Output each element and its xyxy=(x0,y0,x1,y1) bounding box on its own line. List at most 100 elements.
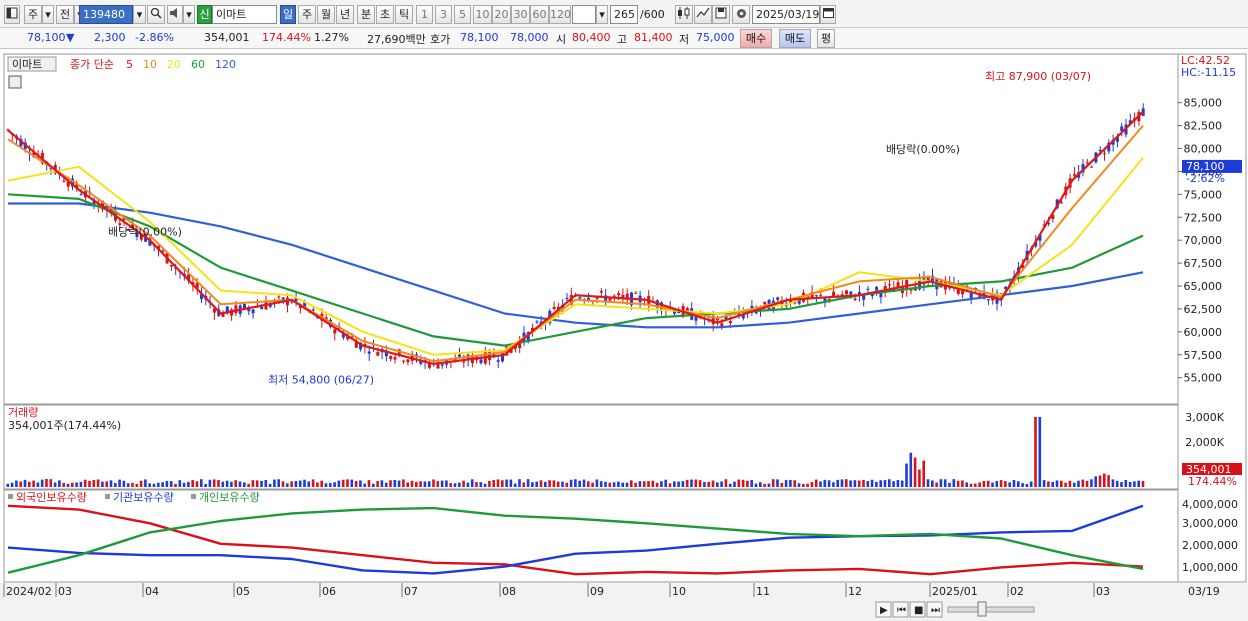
market-dropdown-icon[interactable]: ▾ xyxy=(42,5,54,24)
legend-ma-60: 60 xyxy=(191,58,205,71)
candle-body xyxy=(260,306,264,310)
candle-body xyxy=(243,303,246,309)
save-icon[interactable] xyxy=(712,5,730,24)
volume-bar xyxy=(896,479,900,487)
holding-legend-marker xyxy=(191,494,196,499)
avg-button[interactable]: 평 xyxy=(817,29,835,48)
volume-bar xyxy=(131,482,134,487)
high-annotation: 최고 87,900 (03/07) xyxy=(985,70,1091,83)
holding-axis-label: 4,000,000 xyxy=(1182,498,1238,511)
open-price: 80,400 xyxy=(572,31,611,44)
holding-axis-label: 1,000,000 xyxy=(1182,561,1238,574)
period-tab-5[interactable]: 초 xyxy=(376,5,394,24)
period-tab-4[interactable]: 분 xyxy=(357,5,375,24)
instrument-tab-label[interactable]: 이마트 xyxy=(12,58,42,71)
volume-bar xyxy=(1107,475,1110,487)
volume-bar xyxy=(135,483,139,487)
sound-dropdown-icon[interactable]: ▾ xyxy=(183,5,195,24)
buy-button[interactable]: 매수 xyxy=(740,29,772,48)
interval-1[interactable]: 1 xyxy=(416,5,433,24)
volume-bar xyxy=(780,482,784,487)
period-tab-3[interactable]: 년 xyxy=(336,5,354,24)
custom-interval-input[interactable] xyxy=(572,5,596,24)
interval-20[interactable]: 20 xyxy=(492,5,511,24)
interval-3[interactable]: 3 xyxy=(435,5,452,24)
sound-icon[interactable] xyxy=(167,5,183,24)
stock-code-input[interactable]: 139480 xyxy=(79,5,133,24)
volume-bar xyxy=(415,481,418,487)
volume-bar xyxy=(582,479,586,487)
volume-bar xyxy=(909,452,913,487)
x-axis-label: 2025/01 xyxy=(932,585,978,598)
scroll-control-icon[interactable]: ■ xyxy=(914,605,923,616)
volume-panel xyxy=(3,404,1179,490)
volume-bar xyxy=(307,481,311,487)
period-tab-1[interactable]: 주 xyxy=(298,5,316,24)
search-icon[interactable] xyxy=(147,5,165,24)
candle-body xyxy=(436,363,440,369)
candle-body xyxy=(311,309,315,311)
market-select[interactable]: 주 xyxy=(24,5,42,24)
volume-bar xyxy=(402,479,405,487)
interval-60[interactable]: 60 xyxy=(530,5,549,24)
candle-body xyxy=(853,298,857,301)
volume-bar xyxy=(664,479,667,487)
volume-bar xyxy=(92,479,96,487)
volume-bar xyxy=(376,481,379,487)
x-axis-label: 02 xyxy=(1010,585,1024,598)
volume-bar xyxy=(204,483,207,487)
volume-bar xyxy=(509,479,513,487)
legend-ma-10: 10 xyxy=(143,58,157,71)
count-input[interactable]: 265 xyxy=(610,5,638,24)
volume-bar xyxy=(380,480,384,487)
zoom-slider-thumb[interactable] xyxy=(977,601,987,617)
candle-body xyxy=(1060,202,1063,204)
draw-tool-icon[interactable] xyxy=(694,5,712,24)
volume-bar xyxy=(1051,481,1054,487)
volume-bar xyxy=(178,480,182,487)
volume-bar xyxy=(802,483,805,487)
candle-style-icon[interactable] xyxy=(675,5,693,24)
interval-30[interactable]: 30 xyxy=(511,5,530,24)
interval-5[interactable]: 5 xyxy=(454,5,471,24)
price-axis-label: 80,000 xyxy=(1184,143,1223,156)
legend-ma-120: 120 xyxy=(215,58,236,71)
volume-bar xyxy=(58,480,61,487)
volume-bar xyxy=(1038,417,1042,487)
zoom-slider[interactable] xyxy=(947,606,1035,613)
volume-bar xyxy=(810,482,814,487)
interval-dropdown-icon[interactable]: ▾ xyxy=(596,5,608,24)
chart-area[interactable]: 55,000 57,500 60,000 62,500 65,000 67,500 70,0… xyxy=(0,49,1248,621)
scroll-control-icon[interactable]: ⏮ xyxy=(897,605,906,616)
volume-bar xyxy=(440,480,444,487)
volume-bar xyxy=(522,482,526,487)
date-input[interactable]: 2025/03/19 xyxy=(752,5,820,24)
period-tab-6[interactable]: 틱 xyxy=(395,5,413,24)
price-axis-label: 75,000 xyxy=(1184,188,1223,201)
candle-body xyxy=(479,359,483,364)
interval-10[interactable]: 10 xyxy=(473,5,492,24)
volume-bar xyxy=(139,480,143,487)
period-tab-0[interactable]: 일 xyxy=(280,5,296,24)
code-dropdown-icon[interactable]: ▾ xyxy=(133,5,146,24)
volume-bar xyxy=(535,481,538,487)
stock-name-field[interactable]: 이마트 xyxy=(212,5,277,24)
prefix-select[interactable]: 전 xyxy=(56,5,74,24)
scroll-control-icon[interactable]: ▶ xyxy=(880,605,888,616)
scroll-control-icon[interactable]: ⏭ xyxy=(931,605,940,616)
candle-body xyxy=(488,350,492,361)
candle-body xyxy=(1072,174,1076,176)
ask-price: 78,100 xyxy=(460,31,499,44)
volume-bar xyxy=(75,482,78,487)
interval-120[interactable]: 120 xyxy=(549,5,571,24)
x-axis-label: 06 xyxy=(322,585,336,598)
trade-amount: 27,690백만 xyxy=(367,33,426,46)
period-tab-2[interactable]: 월 xyxy=(317,5,335,24)
volume-bar xyxy=(23,479,27,487)
settings-gear-icon[interactable] xyxy=(732,5,750,24)
calendar-icon[interactable] xyxy=(820,5,836,24)
grid-toggle-icon[interactable] xyxy=(8,75,22,89)
volume-bar xyxy=(1034,417,1037,487)
window-menu-icon[interactable] xyxy=(4,5,20,24)
sell-button[interactable]: 매도 xyxy=(779,29,811,48)
